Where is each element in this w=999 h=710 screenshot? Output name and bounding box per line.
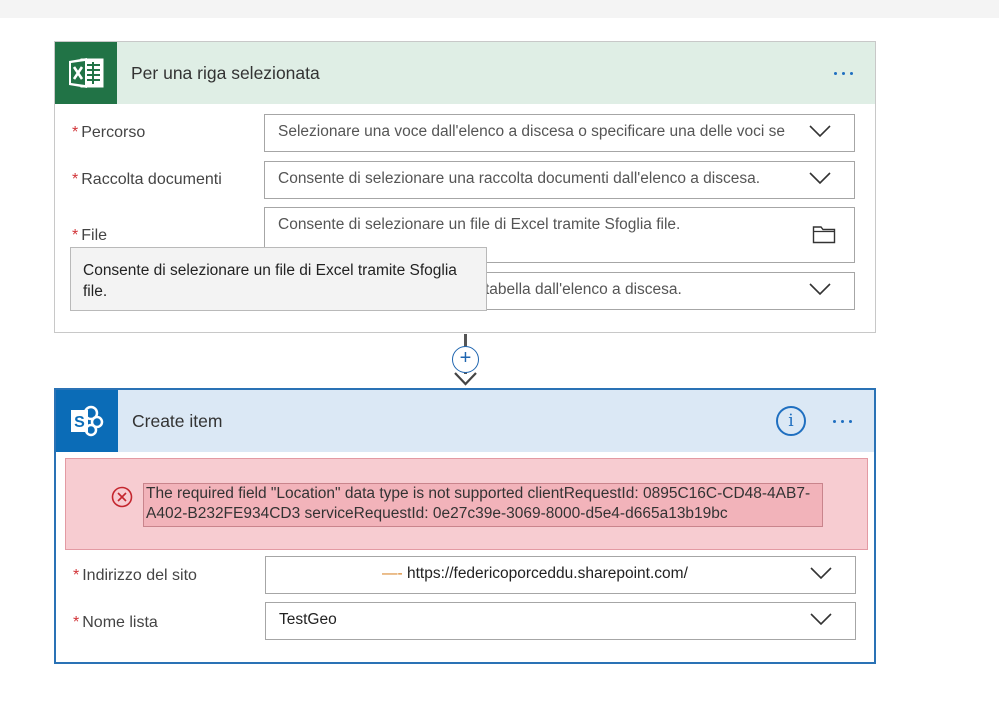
file-value: Consente di selezionare un file di Excel… [278,216,681,233]
site-address-url: https://federicoporceddu.sharepoint.com/ [406,565,688,582]
site-address-dropdown[interactable]: —- https://federicoporceddu.sharepoint.c… [265,556,856,594]
field-label-nome-lista: * Nome lista [73,614,158,632]
required-marker: * [73,567,80,584]
arrow-down-icon [454,372,477,386]
percorso-dropdown[interactable]: Selezionare una voce dall'elenco a disce… [264,114,855,152]
error-icon [111,486,133,508]
chevron-down-icon[interactable] [809,612,833,626]
excel-icon [55,42,117,104]
required-marker: * [72,171,79,188]
site-address-value: —- https://federicoporceddu.sharepoint.c… [382,565,688,583]
raccolta-documenti-dropdown[interactable]: Consente di selezionare una raccolta doc… [264,161,855,199]
tabella-value: tabella dall'elenco a discesa. [485,281,682,298]
list-name-value: TestGeo [279,611,337,628]
folder-icon[interactable] [812,224,836,244]
sharepoint-icon: S [56,390,118,452]
more-options-icon[interactable] [824,406,860,436]
sharepoint-card-title: Create item [132,410,223,431]
chevron-down-icon[interactable] [808,282,832,296]
file-tooltip: Consente di selezionare un file di Excel… [70,247,487,311]
site-address-prefix: —- [382,565,403,582]
sharepoint-card-header[interactable]: S Create item i [56,390,874,452]
add-step-icon[interactable]: + [452,346,479,373]
error-message: The required field "Location" data type … [143,483,823,527]
svg-text:S: S [74,414,85,431]
top-strip [0,0,999,18]
required-marker: * [72,124,79,141]
list-name-dropdown[interactable]: TestGeo [265,602,856,640]
field-label-text: Raccolta documenti [81,171,222,188]
chevron-down-icon[interactable] [809,566,833,580]
chevron-down-icon[interactable] [808,124,832,138]
field-label-indirizzo: * Indirizzo del sito [73,567,197,585]
excel-card-header[interactable]: Per una riga selezionata [55,42,875,104]
field-label-text: File [81,227,108,244]
required-marker: * [72,227,79,244]
raccolta-value: Consente di selezionare una raccolta doc… [278,170,761,187]
field-label-text: Indirizzo del sito [82,567,197,584]
field-label-percorso: * Percorso [72,124,145,142]
excel-card-title: Per una riga selezionata [131,62,320,83]
error-panel: The required field "Location" data type … [65,458,868,550]
field-label-raccolta: * Raccolta documenti [72,171,222,189]
info-icon[interactable]: i [776,406,806,436]
field-label-text: Percorso [81,124,146,141]
chevron-down-icon[interactable] [808,171,832,185]
sharepoint-action-card: S Create item i The required field "Loca… [54,388,876,664]
field-label-text: Nome lista [82,614,158,631]
required-marker: * [73,614,80,631]
field-label-file: * File [72,227,107,245]
more-options-icon[interactable] [825,58,861,88]
percorso-value: Selezionare una voce dall'elenco a disce… [278,123,786,140]
